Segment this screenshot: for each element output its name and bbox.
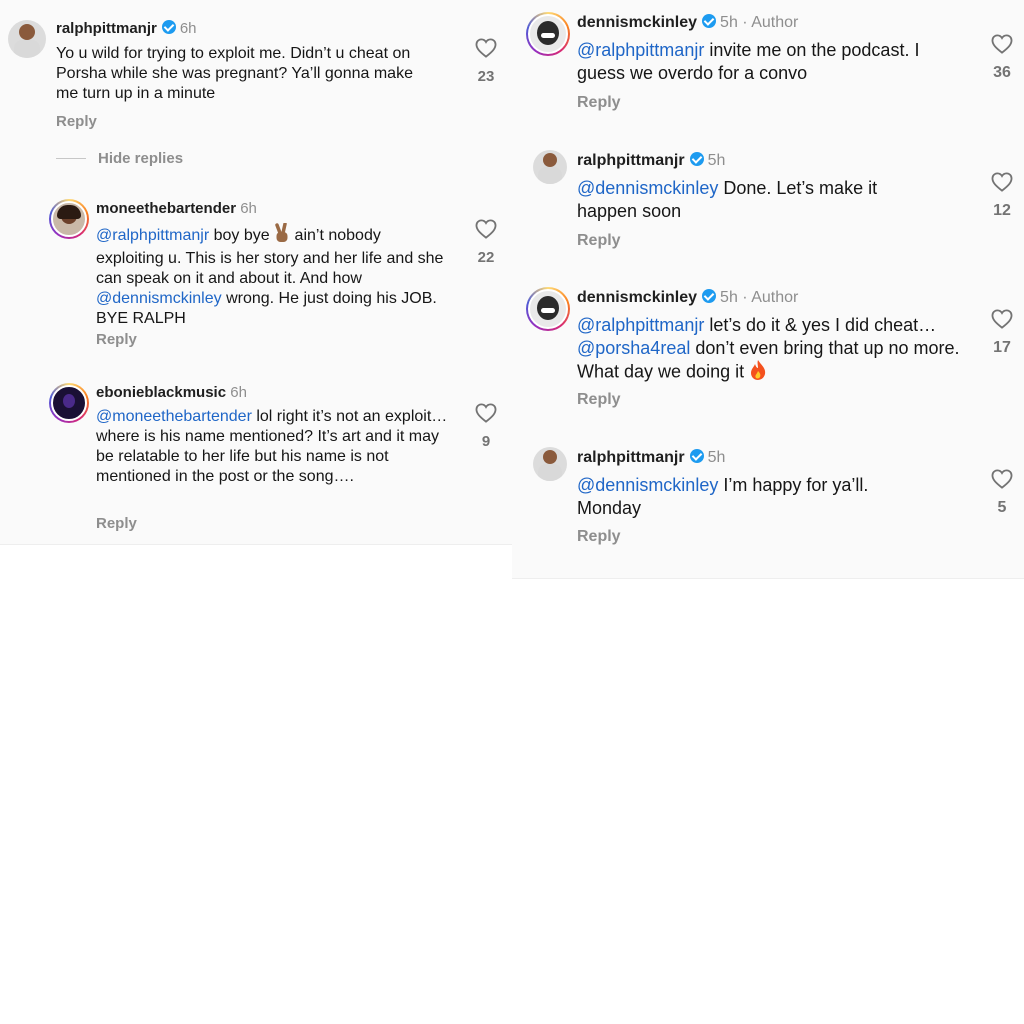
timestamp: 6h	[240, 200, 257, 217]
username[interactable]: ralphpittmanjr	[577, 449, 685, 466]
heart-icon[interactable]	[991, 469, 1013, 489]
author-separator: ·	[737, 289, 752, 306]
reply-button[interactable]: Reply	[577, 232, 621, 250]
author-badge: Author	[751, 14, 799, 31]
heart-icon[interactable]	[475, 219, 497, 239]
like-count: 17	[993, 339, 1011, 356]
mention-link[interactable]: @dennismckinley	[577, 475, 718, 495]
right-comments-panel: dennismckinley 5h · Author @ralphpittmanj…	[512, 0, 1024, 579]
verified-badge-icon	[689, 151, 704, 166]
mention-link[interactable]: @moneethebartender	[96, 408, 252, 425]
comment-text: @moneethebartender lol right it’s not an…	[96, 407, 451, 487]
comment-text: @dennismckinley Done. Let’s make it happ…	[577, 177, 917, 222]
timestamp: 5h	[707, 152, 726, 169]
reply-button[interactable]: Reply	[577, 94, 621, 112]
heart-icon[interactable]	[991, 172, 1013, 192]
like-control: 17	[988, 309, 1016, 357]
comment-meta: ralphpittmanjr 5h	[577, 151, 726, 170]
timestamp: 5h	[720, 14, 738, 31]
heart-icon[interactable]	[991, 309, 1013, 329]
left-comments-panel: ralphpittmanjr 6h Yo u wild for trying to…	[0, 0, 512, 545]
avatar[interactable]	[49, 199, 89, 239]
avatar[interactable]	[49, 383, 89, 423]
author-separator: ·	[737, 14, 752, 31]
comment-text: @ralphpittmanjr invite me on the podcast…	[577, 39, 967, 84]
username[interactable]: ralphpittmanjr	[577, 152, 685, 169]
mention-link[interactable]: @dennismckinley	[96, 290, 222, 307]
hide-replies-button[interactable]: Hide replies	[56, 150, 183, 167]
comment-meta: moneethebartender 6h	[96, 200, 257, 217]
verified-badge-icon	[161, 20, 176, 35]
avatar[interactable]	[533, 150, 567, 184]
mention-link[interactable]: @porsha4real	[577, 338, 690, 358]
like-count: 9	[481, 433, 491, 450]
like-control: 22	[472, 219, 500, 266]
avatar[interactable]	[8, 20, 46, 58]
comment-meta: ralphpittmanjr 6h	[56, 20, 197, 37]
like-control: 12	[988, 172, 1016, 220]
comment-text: @ralphpittmanjr boy bye ain’t nobody exp…	[96, 222, 451, 329]
reply-button[interactable]: Reply	[96, 331, 137, 348]
reply-button[interactable]: Reply	[96, 515, 137, 532]
comment-meta: dennismckinley 5h · Author	[577, 13, 799, 32]
like-control: 36	[988, 34, 1016, 82]
text-span: boy bye	[209, 227, 275, 245]
avatar[interactable]	[526, 287, 570, 331]
username[interactable]: ralphpittmanjr	[56, 20, 157, 37]
comment-meta: ralphpittmanjr 5h	[577, 448, 726, 467]
username[interactable]: dennismckinley	[577, 289, 697, 306]
divider	[56, 158, 86, 159]
fire-emoji	[749, 359, 767, 387]
heart-icon[interactable]	[991, 34, 1013, 54]
like-count: 12	[993, 202, 1011, 219]
like-count: 22	[477, 249, 495, 266]
like-control: 23	[472, 38, 500, 85]
heart-icon[interactable]	[475, 403, 497, 423]
timestamp: 6h	[230, 384, 247, 401]
verified-badge-icon	[689, 448, 704, 463]
comment-meta: dennismckinley 5h · Author	[577, 288, 799, 307]
like-control: 5	[988, 469, 1016, 517]
timestamp: 5h	[720, 289, 738, 306]
comment-meta: ebonieblackmusic 6h	[96, 384, 247, 401]
timestamp: 5h	[707, 449, 726, 466]
heart-icon[interactable]	[475, 38, 497, 58]
text-span: let’s do it & yes I did cheat…	[704, 315, 937, 335]
victory-hand-emoji	[274, 222, 290, 249]
reply-button[interactable]: Reply	[577, 391, 621, 409]
author-badge: Author	[751, 289, 799, 306]
reply-button[interactable]: Reply	[577, 528, 621, 546]
username[interactable]: moneethebartender	[96, 200, 236, 217]
like-control: 9	[472, 403, 500, 450]
username[interactable]: ebonieblackmusic	[96, 384, 226, 401]
avatar[interactable]	[526, 12, 570, 56]
mention-link[interactable]: @ralphpittmanjr	[96, 227, 209, 244]
like-count: 5	[997, 499, 1007, 516]
mention-link[interactable]: @ralphpittmanjr	[577, 315, 704, 335]
username[interactable]: dennismckinley	[577, 14, 697, 31]
like-count: 36	[993, 64, 1011, 81]
mention-link[interactable]: @ralphpittmanjr	[577, 40, 704, 60]
timestamp: 6h	[179, 20, 197, 37]
verified-badge-icon	[702, 288, 717, 303]
mention-link[interactable]: @dennismckinley	[577, 178, 718, 198]
comment-text: @ralphpittmanjr let’s do it & yes I did …	[577, 314, 977, 387]
comment-text: @dennismckinley I’m happy for ya’ll. Mon…	[577, 474, 917, 519]
avatar[interactable]	[533, 447, 567, 481]
comment-text: Yo u wild for trying to exploit me. Didn…	[56, 45, 413, 102]
like-count: 23	[477, 68, 495, 85]
hide-replies-label: Hide replies	[98, 150, 184, 167]
verified-badge-icon	[702, 13, 717, 28]
reply-button[interactable]: Reply	[56, 113, 97, 130]
